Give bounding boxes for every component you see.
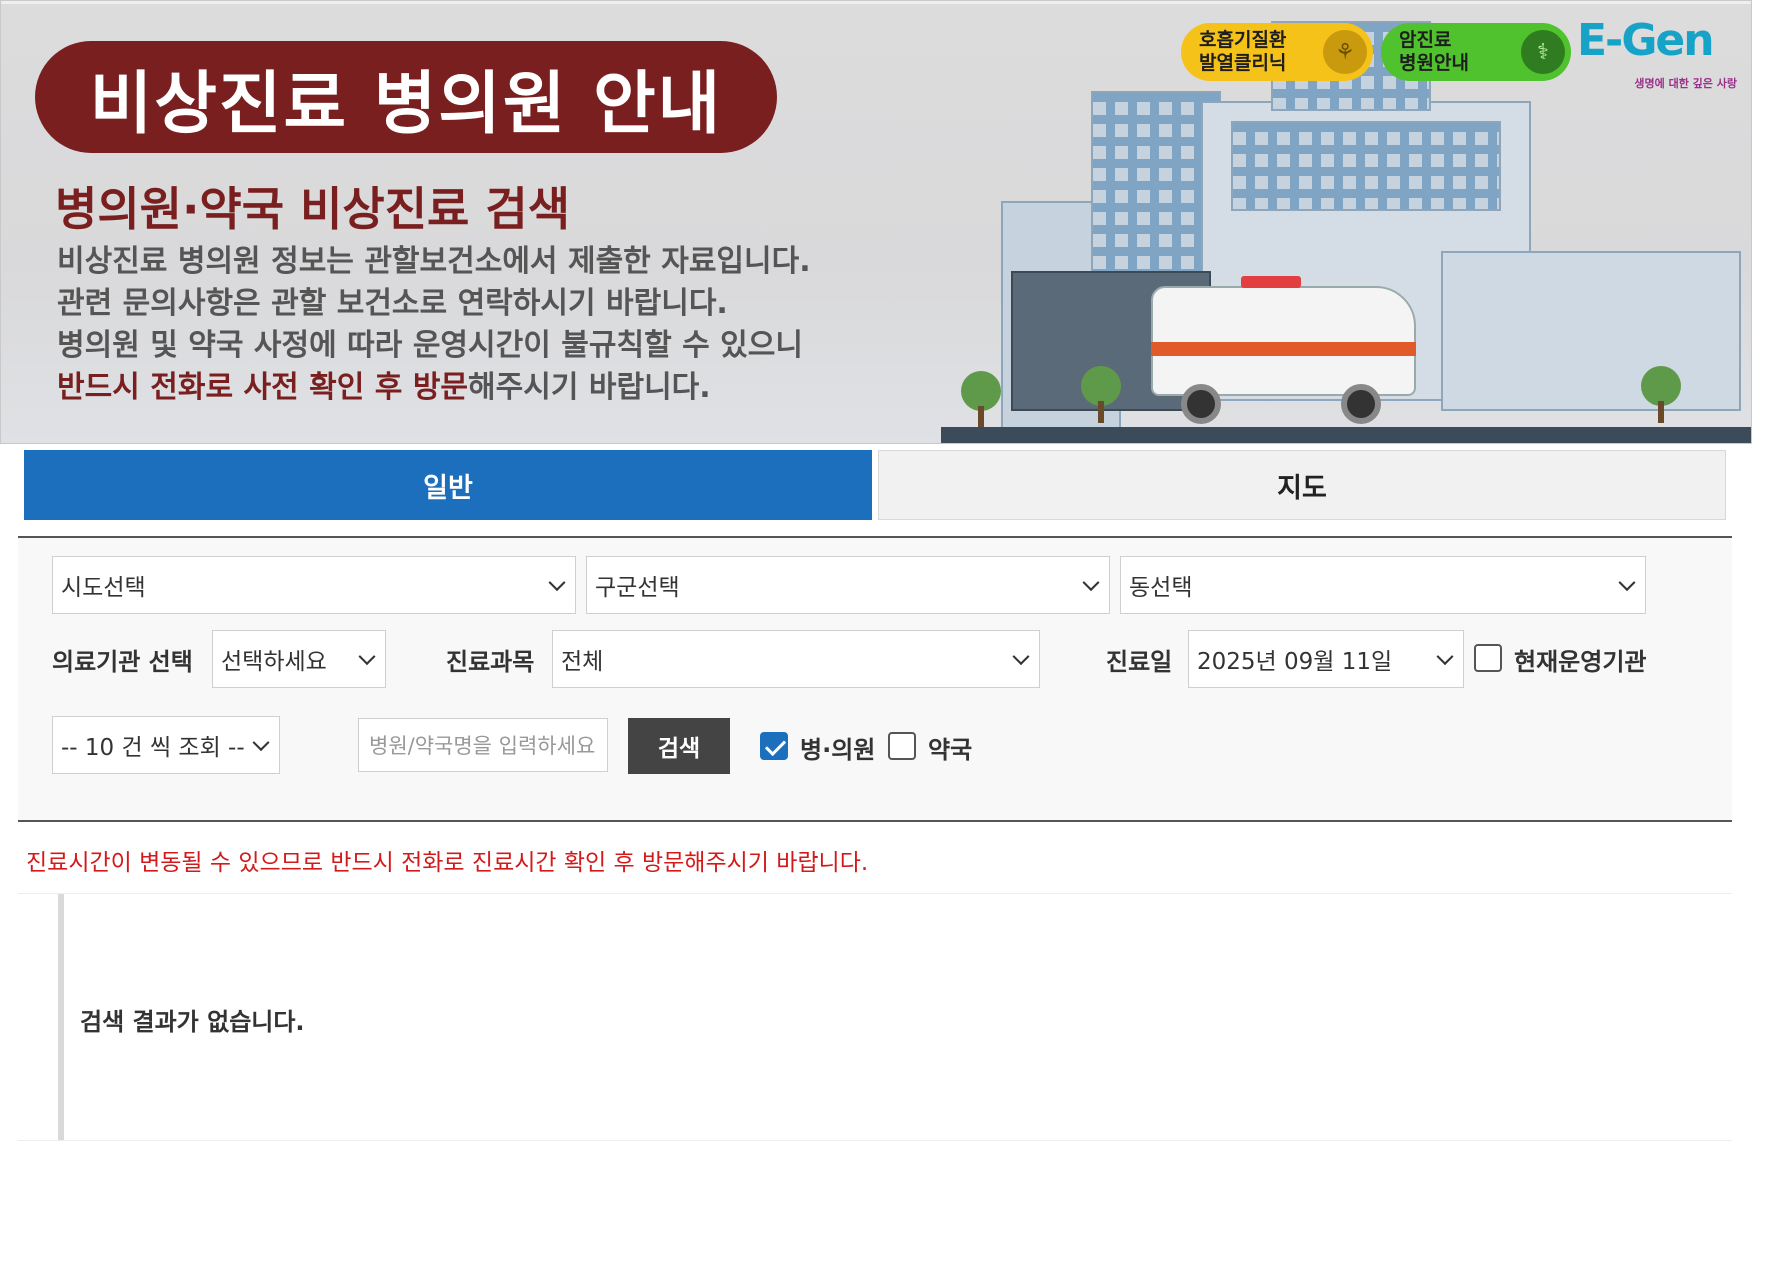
tree-icon xyxy=(961,371,1001,411)
institution-label: 의료기관 선택 xyxy=(52,648,193,676)
chevron-down-icon xyxy=(1436,648,1454,666)
date-select-value: 2025년 09월 11일 xyxy=(1197,649,1393,675)
chevron-down-icon xyxy=(358,648,376,666)
pharmacy-checkbox[interactable] xyxy=(888,732,916,760)
results-accent-bar xyxy=(58,894,64,1140)
hero-banner: 비상진료 병의원 안내 병의원·약국 비상진료 검색 비상진료 병의원 정보는 … xyxy=(0,0,1752,444)
banner-notice: 비상진료 병의원 정보는 관할보건소에서 제출한 자료입니다. 관련 문의사항은… xyxy=(57,241,811,409)
tree-trunk xyxy=(1098,401,1104,423)
respiratory-clinic-link[interactable]: 호흡기질환 발열클리닉 ⚘ xyxy=(1181,23,1373,81)
banner-top-line xyxy=(1,1,1751,4)
respiratory-clinic-label: 호흡기질환 발열클리닉 xyxy=(1199,29,1287,74)
chevron-down-icon xyxy=(252,734,270,752)
no-results-message: 검색 결과가 없습니다. xyxy=(80,1008,305,1036)
lungs-icon: ⚘ xyxy=(1323,30,1367,74)
tree-trunk xyxy=(1658,401,1664,423)
hospital-windows xyxy=(1231,121,1501,211)
chevron-down-icon xyxy=(1618,574,1636,592)
tab-map[interactable]: 지도 xyxy=(878,450,1726,520)
operating-now-checkbox[interactable] xyxy=(1474,644,1502,672)
dong-select-value: 동선택 xyxy=(1129,575,1193,601)
hospital-checkbox[interactable] xyxy=(760,732,788,760)
egen-logo-slogan: 생명에 대한 깊은 사랑 xyxy=(1634,77,1737,90)
cancer-hospital-link[interactable]: 암진료 병원안내 ⚕ xyxy=(1381,23,1571,81)
results-area: 검색 결과가 없습니다. xyxy=(18,893,1732,1141)
institution-select-value: 선택하세요 xyxy=(221,649,327,675)
stethoscope-icon: ⚕ xyxy=(1521,30,1565,74)
tree-icon xyxy=(1081,366,1121,406)
ground xyxy=(941,427,1751,443)
chevron-down-icon xyxy=(548,574,566,592)
page-size-select-value: -- 10 건 씩 조회 -- xyxy=(61,735,245,761)
tree-trunk xyxy=(978,406,984,428)
date-select[interactable]: 2025년 09월 11일 xyxy=(1188,630,1464,688)
banner-notice-line: 관련 문의사항은 관할 보건소로 연락하시기 바랍니다. xyxy=(57,286,728,321)
banner-notice-line: 병의원 및 약국 사정에 따라 운영시간이 불규칙할 수 있으니 xyxy=(57,328,803,363)
search-panel: 시도선택 구군선택 동선택 의료기관 선택 선택하세요 진료과목 전체 진료일 … xyxy=(18,536,1732,822)
search-button[interactable]: 검색 xyxy=(628,718,730,774)
banner-notice-rest: 해주시기 바랍니다. xyxy=(468,370,711,405)
date-label: 진료일 xyxy=(1106,648,1173,676)
banner-notice-line: 반드시 전화로 사전 확인 후 방문해주시기 바랍니다. xyxy=(57,367,811,409)
egen-logo[interactable]: E-Gen 생명에 대한 깊은 사랑 xyxy=(1577,15,1747,95)
chevron-down-icon xyxy=(1082,574,1100,592)
visit-notice: 진료시간이 변동될 수 있으므로 반드시 전화로 진료시간 확인 후 방문해주시… xyxy=(26,850,869,876)
page-size-select[interactable]: -- 10 건 씩 조회 -- xyxy=(52,716,280,774)
department-label: 진료과목 xyxy=(446,648,535,676)
building-right-wing xyxy=(1441,251,1741,411)
banner-notice-emphasis: 반드시 전화로 사전 확인 후 방문 xyxy=(57,370,469,405)
dong-select[interactable]: 동선택 xyxy=(1120,556,1646,614)
gugun-select[interactable]: 구군선택 xyxy=(586,556,1110,614)
sido-select-value: 시도선택 xyxy=(61,575,146,601)
gugun-select-value: 구군선택 xyxy=(595,575,680,601)
department-select[interactable]: 전체 xyxy=(552,630,1040,688)
sido-select[interactable]: 시도선택 xyxy=(52,556,576,614)
cancer-hospital-label: 암진료 병원안내 xyxy=(1399,29,1469,74)
egen-logo-text: E-Gen xyxy=(1577,15,1715,66)
institution-select[interactable]: 선택하세요 xyxy=(212,630,386,688)
hospital-checkbox-label: 병·의원 xyxy=(800,736,876,764)
name-search-input[interactable]: 병원/약국명을 입력하세요 xyxy=(358,718,608,772)
chevron-down-icon xyxy=(1012,648,1030,666)
operating-now-label: 현재운영기관 xyxy=(1514,648,1647,676)
tree-icon xyxy=(1641,366,1681,406)
banner-title: 비상진료 병의원 안내 xyxy=(35,41,777,153)
banner-subtitle: 병의원·약국 비상진료 검색 xyxy=(55,182,571,236)
banner-notice-line: 비상진료 병의원 정보는 관할보건소에서 제출한 자료입니다. xyxy=(57,244,811,279)
ambulance-icon xyxy=(1151,276,1416,426)
pharmacy-checkbox-label: 약국 xyxy=(928,736,973,764)
department-select-value: 전체 xyxy=(561,649,604,675)
tab-general[interactable]: 일반 xyxy=(24,450,872,520)
